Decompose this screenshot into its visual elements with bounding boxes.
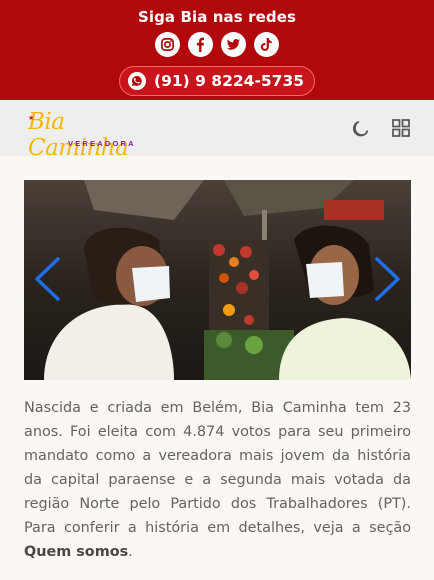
market-photo bbox=[24, 180, 411, 380]
grid-icon[interactable] bbox=[390, 117, 412, 139]
facebook-icon[interactable] bbox=[188, 32, 213, 57]
instagram-icon[interactable] bbox=[155, 32, 180, 57]
moon-icon[interactable] bbox=[350, 117, 372, 139]
bio-tail: . bbox=[128, 544, 133, 560]
whatsapp-icon bbox=[127, 72, 146, 90]
navbar: Bia Caminha ★ VEREADORA bbox=[0, 100, 434, 161]
logo[interactable]: Bia Caminha ★ VEREADORA bbox=[28, 109, 158, 161]
phone-number: (91) 9 8224-5735 bbox=[153, 72, 305, 90]
bio-paragraph: Nascida e criada em Belém, Bia Caminha t… bbox=[24, 396, 411, 564]
chevron-left-icon[interactable] bbox=[32, 256, 62, 302]
photo-slider[interactable] bbox=[24, 180, 411, 380]
logo-subtitle: VEREADORA bbox=[68, 139, 136, 148]
tiktok-icon[interactable] bbox=[254, 32, 279, 57]
social-links bbox=[155, 32, 279, 57]
whatsapp-phone-button[interactable]: (91) 9 8224-5735 bbox=[118, 66, 316, 96]
bio-text: Nascida e criada em Belém, Bia Caminha t… bbox=[24, 400, 411, 536]
chevron-right-icon[interactable] bbox=[373, 256, 403, 302]
logo-name: Bia Caminha bbox=[28, 109, 129, 161]
quem-somos-link[interactable]: Quem somos bbox=[24, 544, 128, 560]
follow-title: Siga Bia nas redes bbox=[137, 8, 297, 26]
star-icon: ★ bbox=[28, 115, 35, 122]
twitter-icon[interactable] bbox=[221, 32, 246, 57]
social-top-bar: Siga Bia nas redes (91) 9 8224-5735 bbox=[0, 0, 434, 100]
